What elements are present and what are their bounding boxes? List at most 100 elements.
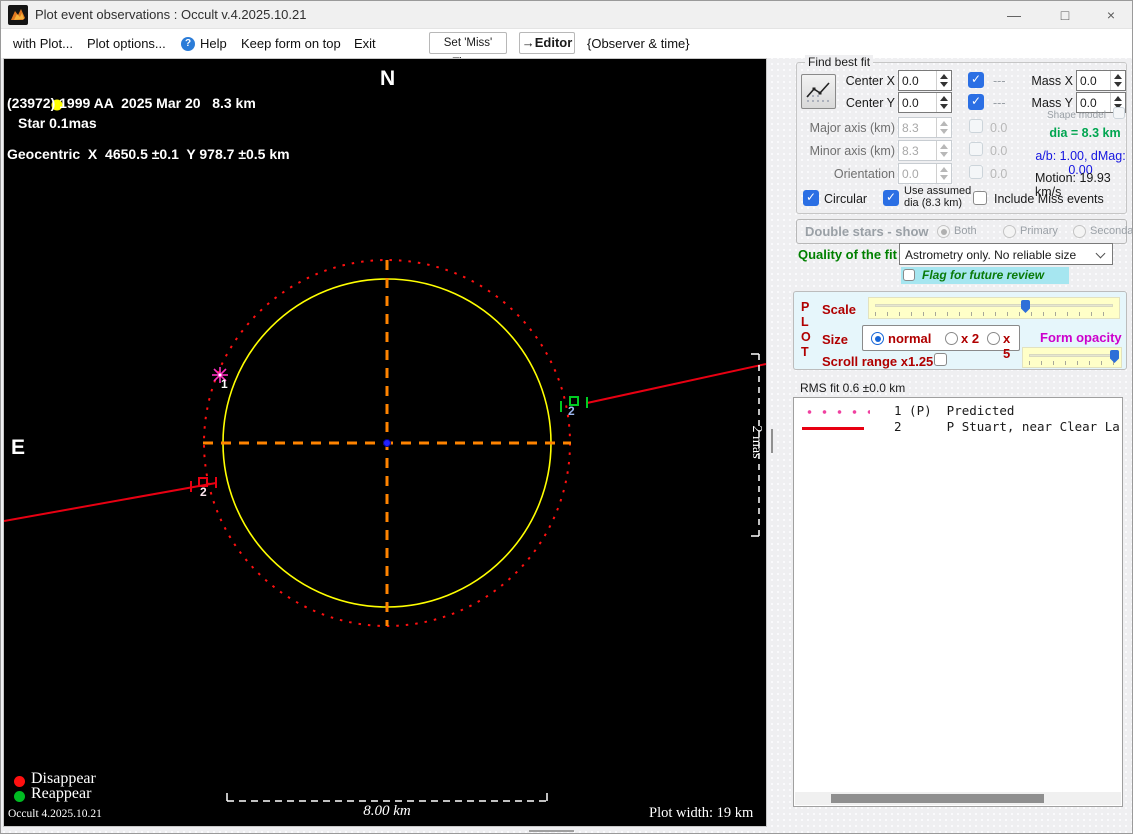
menu-exit[interactable]: Exit [354, 36, 376, 51]
marker2-green-label: 2 [568, 404, 575, 418]
editor-button[interactable]: →Editor [519, 32, 575, 54]
orientation-label: Orientation [833, 167, 895, 181]
menu-with-plot[interactable]: with Plot... [13, 36, 73, 51]
double-both-radio [937, 225, 950, 238]
dia-value-label: dia = 8.3 km [1049, 126, 1121, 140]
minor-axis-checkbox [969, 142, 983, 156]
center-x-checkbox[interactable] [968, 72, 984, 88]
marker1-label: 1 [221, 377, 228, 391]
mass-x-input[interactable]: 0.0 [1076, 70, 1126, 91]
include-miss-label: Include Miss events [994, 192, 1104, 206]
scale-slider[interactable] [868, 297, 1120, 319]
flag-review-checkbox[interactable] [903, 269, 915, 281]
title-bar[interactable]: Plot event observations : Occult v.4.202… [1, 1, 1132, 29]
scale-bar [226, 793, 548, 802]
help-icon[interactable] [181, 37, 195, 51]
horizontal-scrollbar[interactable] [795, 792, 1121, 805]
center-y-checkbox[interactable] [968, 94, 984, 110]
chord-line-left [4, 482, 217, 522]
menu-bar: with Plot... Plot options... Help Keep f… [1, 29, 1132, 69]
list-row-predicted[interactable]: 1 (P) Predicted [894, 403, 1014, 418]
predicted-dotted-line-icon [802, 410, 870, 414]
center-y-input[interactable]: 0.0 [898, 92, 952, 113]
marker2-red-label: 2 [200, 485, 207, 499]
size-normal-radio[interactable] [871, 332, 884, 345]
mas-label: 2 mas [749, 425, 764, 459]
major-axis-checkbox [969, 119, 983, 133]
flag-review-container: Flag for future review [901, 267, 1069, 284]
size-radio-group: normal x 2 x 5 [862, 325, 1020, 361]
scroll-range-checkbox[interactable] [934, 353, 947, 366]
size-x2-radio[interactable] [945, 332, 958, 345]
app-window: Plot event observations : Occult v.4.202… [0, 0, 1133, 834]
quality-value: Astrometry only. No reliable size [905, 248, 1077, 262]
plot-version-label: Occult 4.2025.10.21 [8, 808, 102, 820]
plot-controls-box: P L O T Scale Size normal x 2 x 5 Form o… [793, 291, 1127, 370]
center-y-dashes: --- [993, 96, 1006, 110]
double-both-label: Both [954, 225, 977, 237]
double-stars-group: Double stars - show Both Primary Seconda… [796, 219, 1132, 244]
shape-model-label: Shape model [1047, 110, 1106, 121]
window-title: Plot event observations : Occult v.4.202… [35, 7, 307, 22]
flag-review-label: Flag for future review [922, 268, 1045, 282]
form-opacity-slider[interactable] [1022, 347, 1122, 368]
observations-listbox[interactable]: 1 (P) Predicted 2 P Stuart, near Clear L… [793, 397, 1123, 807]
resize-grip[interactable] [529, 830, 574, 832]
orientation-checkbox [969, 165, 983, 179]
menu-help[interactable]: Help [200, 36, 227, 51]
app-icon [8, 5, 28, 25]
double-secondary-label: Secondary [1090, 225, 1133, 237]
center-x-label: Center X [845, 74, 895, 88]
plot-header-line1: (23972) 1999 AA 2025 Mar 20 8.3 km [7, 95, 256, 111]
scrollbar-thumb[interactable] [831, 794, 1044, 803]
orientation-input: 0.0 [898, 163, 952, 184]
circular-checkbox[interactable] [803, 190, 819, 206]
shape-model-checkbox[interactable] [1113, 107, 1125, 119]
plot-letter-l: L [801, 315, 809, 329]
star-size-label: Star 0.1mas [18, 115, 97, 131]
maximize-button[interactable]: □ [1042, 1, 1088, 29]
center-x-input[interactable]: 0.0 [898, 70, 952, 91]
include-miss-checkbox[interactable] [973, 191, 987, 205]
reappear-dot-icon [14, 791, 25, 802]
center-x-dashes: --- [993, 74, 1006, 88]
disappear-dot-icon [14, 776, 25, 787]
major-axis-input: 8.3 [898, 117, 952, 138]
form-opacity-label: Form opacity [1040, 330, 1122, 345]
plot-width-label: Plot width: 19 km [649, 805, 754, 821]
chord-solid-line-icon [802, 427, 864, 430]
use-assumed-checkbox[interactable] [883, 190, 899, 206]
orientation-err: 0.0 [990, 167, 1008, 181]
mass-x-spinner[interactable] [1110, 71, 1125, 90]
mass-y-label: Mass Y [1031, 96, 1073, 110]
plot-letter-o: O [801, 330, 811, 344]
major-axis-err: 0.0 [990, 121, 1008, 135]
double-primary-radio [1003, 225, 1016, 238]
menu-keep-on-top[interactable]: Keep form on top [241, 36, 341, 51]
menu-observer-time[interactable]: {Observer & time} [587, 36, 690, 51]
plot-letter-p: P [801, 300, 810, 314]
double-secondary-radio [1073, 225, 1086, 238]
center-x-spinner[interactable] [936, 71, 951, 90]
occultation-plot[interactable]: (23972) 1999 AA 2025 Mar 20 8.3 km Geoce… [3, 58, 767, 827]
north-label: N [380, 67, 396, 90]
splitter-handle[interactable] [771, 429, 773, 453]
quality-dropdown[interactable]: Astrometry only. No reliable size [899, 243, 1113, 265]
orientation-spinner [936, 164, 951, 183]
size-x2-label: x 2 [961, 331, 980, 346]
size-x5-radio[interactable] [987, 332, 1000, 345]
chord-line-right [586, 363, 766, 404]
minimize-button[interactable]: — [991, 1, 1037, 29]
list-row-observer2[interactable]: 2 P Stuart, near Clear La [894, 419, 1120, 434]
plot-header-line2: Geocentric X 4650.5 ±0.1 Y 978.7 ±0.5 km [7, 146, 290, 162]
center-y-label: Center Y [845, 96, 895, 110]
find-best-fit-group: Find best fit Center X 0.0 --- Mass X 0.… [796, 55, 1127, 214]
center-y-spinner[interactable] [936, 93, 951, 112]
rms-fit-label: RMS fit 0.6 ±0.0 km [800, 381, 906, 395]
close-button[interactable]: × [1088, 1, 1132, 29]
scale-label: Scale [822, 302, 856, 317]
size-x5-label: x 5 [1003, 331, 1011, 361]
menu-plot-options[interactable]: Plot options... [87, 36, 166, 51]
size-label: Size [822, 332, 849, 347]
set-miss-times-button[interactable]: Set 'Miss' Times [429, 32, 507, 69]
